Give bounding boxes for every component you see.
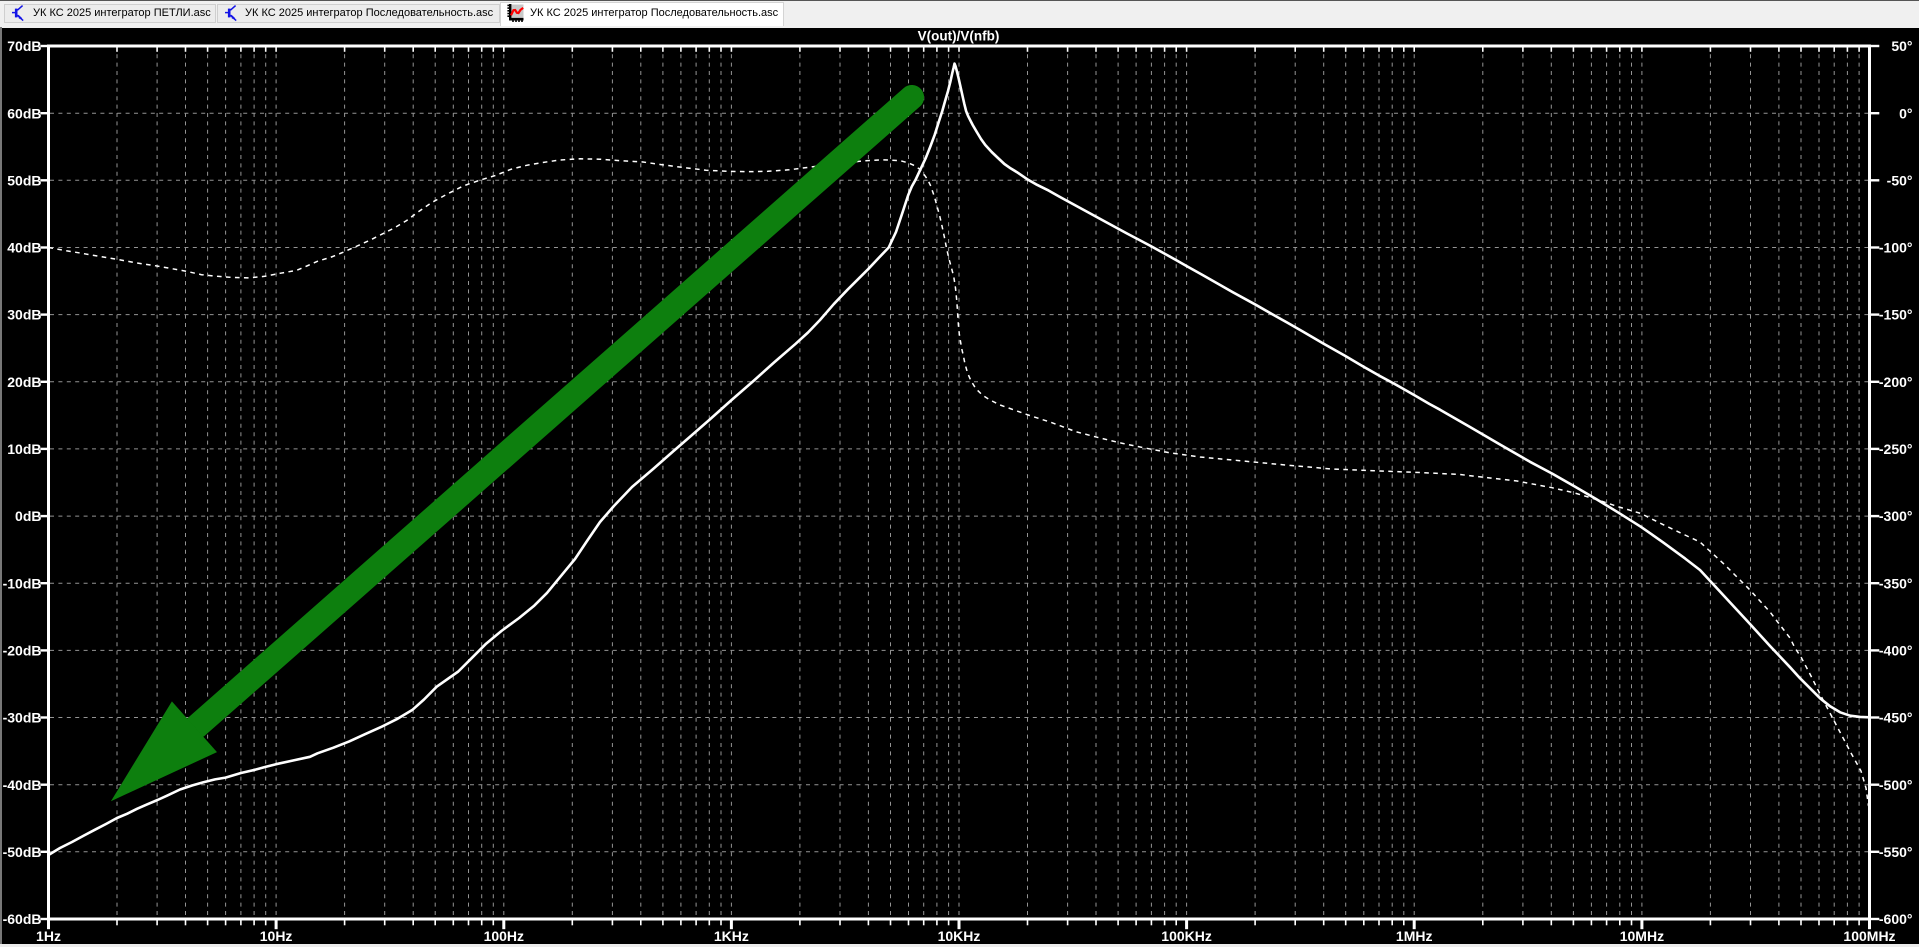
- svg-text:70dB: 70dB: [7, 38, 41, 54]
- svg-text:30dB: 30dB: [7, 307, 41, 323]
- svg-text:-50dB: -50dB: [3, 844, 42, 860]
- svg-text:-600°: -600°: [1879, 911, 1913, 927]
- svg-text:0°: 0°: [1899, 105, 1912, 121]
- svg-text:-10dB: -10dB: [3, 575, 42, 591]
- svg-text:100Hz: 100Hz: [484, 928, 524, 944]
- svg-text:-20dB: -20dB: [3, 643, 42, 659]
- svg-text:10Hz: 10Hz: [260, 928, 293, 944]
- svg-text:-450°: -450°: [1879, 710, 1913, 726]
- svg-text:60dB: 60dB: [7, 105, 41, 121]
- svg-text:-40dB: -40dB: [3, 777, 42, 793]
- svg-text:-150°: -150°: [1879, 307, 1913, 323]
- svg-text:1MHz: 1MHz: [1396, 928, 1433, 944]
- svg-text:100KHz: 100KHz: [1161, 928, 1212, 944]
- svg-text:50°: 50°: [1891, 38, 1912, 54]
- svg-text:10dB: 10dB: [7, 441, 41, 457]
- svg-text:-30dB: -30dB: [3, 710, 42, 726]
- svg-text:-100°: -100°: [1879, 240, 1913, 256]
- svg-text:-400°: -400°: [1879, 643, 1913, 659]
- svg-text:-550°: -550°: [1879, 844, 1913, 860]
- svg-text:V(out)/V(nfb): V(out)/V(nfb): [918, 29, 1000, 44]
- svg-text:10MHz: 10MHz: [1620, 928, 1664, 944]
- svg-text:20dB: 20dB: [7, 374, 41, 390]
- svg-text:-250°: -250°: [1879, 441, 1913, 457]
- svg-text:-350°: -350°: [1879, 575, 1913, 591]
- svg-text:-300°: -300°: [1879, 508, 1913, 524]
- svg-text:1KHz: 1KHz: [714, 928, 749, 944]
- svg-text:-500°: -500°: [1879, 777, 1913, 793]
- svg-text:-200°: -200°: [1879, 374, 1913, 390]
- svg-text:-60dB: -60dB: [3, 911, 42, 927]
- svg-text:50dB: 50dB: [7, 172, 41, 188]
- svg-text:0dB: 0dB: [15, 508, 41, 524]
- svg-text:1Hz: 1Hz: [36, 928, 61, 944]
- svg-text:100MHz: 100MHz: [1843, 928, 1895, 944]
- svg-text:-50°: -50°: [1887, 172, 1913, 188]
- svg-text:40dB: 40dB: [7, 240, 41, 256]
- svg-text:10KHz: 10KHz: [938, 928, 981, 944]
